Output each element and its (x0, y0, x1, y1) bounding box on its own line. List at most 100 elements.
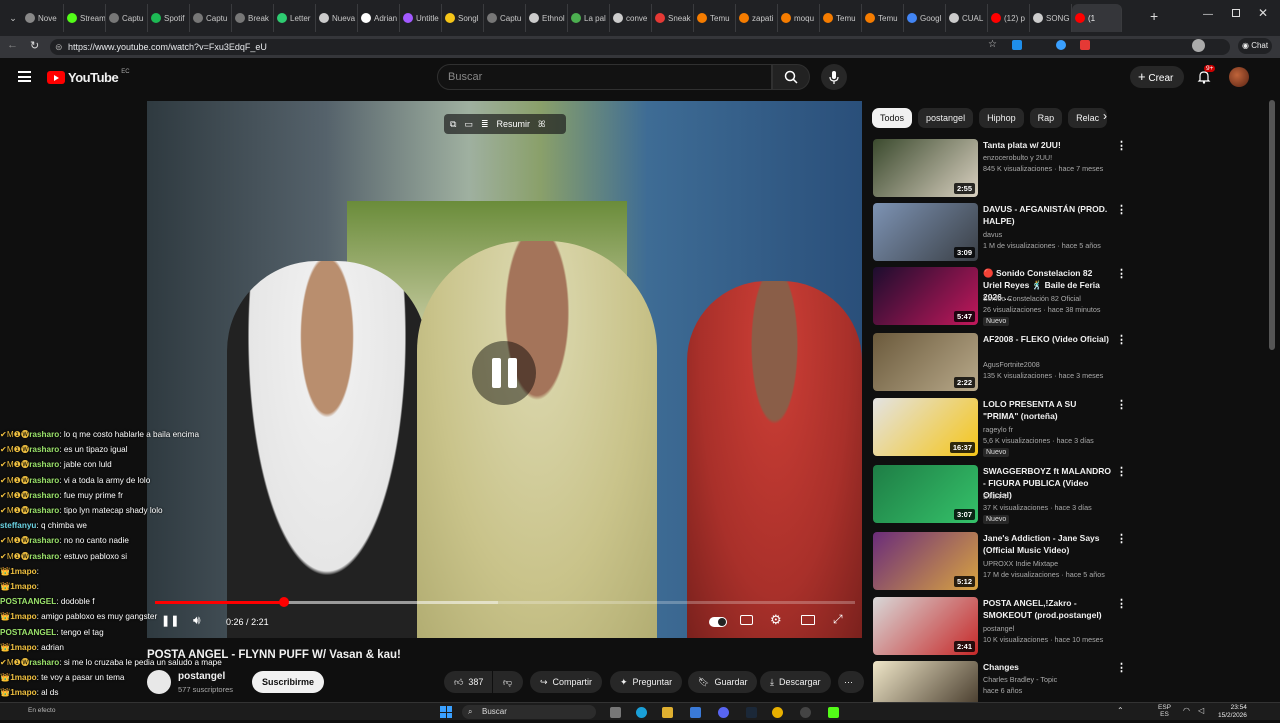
filter-chip[interactable]: Rap (1029, 108, 1063, 128)
store-icon[interactable] (690, 707, 701, 718)
filter-chip[interactable]: postangel (918, 108, 974, 128)
chrome-icon[interactable] (772, 707, 783, 718)
recommendation-card[interactable]: 2:41 POSTA ANGEL,!Zakro - SMOKEOUT (prod.… (873, 597, 1133, 659)
chat-username[interactable]: rasharo (29, 536, 59, 545)
video-thumbnail[interactable]: 3:07 (873, 465, 978, 523)
video-player[interactable]: ⧉ ▭ ≣ Resumir ꕤ ❚❚ 🔊︎ 0:26 / 2:21 ⚙ ⤢ (147, 101, 862, 638)
recommendation-title[interactable]: POSTA ANGEL,!Zakro - SMOKEOUT (prod.post… (983, 597, 1113, 621)
more-options-icon[interactable]: ⋮ (1116, 203, 1127, 216)
more-options-icon[interactable]: ⋮ (1116, 532, 1127, 545)
recommendation-card[interactable]: 2:55 Tanta plata w/ 2UU! enzocerobulto y 2… (873, 139, 1133, 201)
recommendation-card[interactable]: 3:09 DAVUS - AFGANISTÁN (PROD. HALPE) davu… (873, 203, 1133, 265)
more-options-icon[interactable]: ⋮ (1116, 465, 1127, 478)
account-avatar[interactable] (1229, 67, 1249, 87)
summarize-button[interactable]: Resumir (497, 119, 531, 129)
autoplay-toggle[interactable] (709, 617, 727, 627)
chat-username[interactable]: 1mapo (10, 643, 36, 652)
video-thumbnail[interactable]: 3:09 (873, 203, 978, 261)
close-window-icon[interactable]: ✕ (1258, 6, 1268, 20)
browser-tab[interactable]: (1 (1072, 4, 1122, 32)
chat-username[interactable]: rasharo (29, 476, 59, 485)
browser-tab[interactable]: Temu (862, 4, 904, 32)
browser-tab[interactable]: Songl (442, 4, 484, 32)
create-button[interactable]: + Crear (1130, 66, 1184, 88)
recommendation-title[interactable]: Jane's Addiction - Jane Says (Official M… (983, 532, 1113, 556)
browser-tab[interactable]: Nueva (316, 4, 358, 32)
browser-tab[interactable]: CUAL (946, 4, 988, 32)
browser-tab[interactable]: Stream (64, 4, 106, 32)
browser-tab[interactable]: Sneak (652, 4, 694, 32)
translate-icon[interactable]: ꕤ (538, 119, 546, 130)
chat-username[interactable]: 1mapo (10, 688, 36, 697)
more-options-icon[interactable]: ⋮ (1116, 661, 1127, 674)
chat-username[interactable]: 1mapo (10, 612, 36, 621)
tab-search-button[interactable]: ⌄ (4, 9, 22, 27)
chat-username[interactable]: 1mapo (10, 567, 36, 576)
summarize-icon[interactable]: ≣ (481, 119, 489, 130)
language-indicator[interactable]: ESP ES (1158, 704, 1171, 718)
maximize-window-icon[interactable] (1232, 9, 1240, 17)
extension-icon[interactable] (1080, 40, 1090, 50)
start-button[interactable] (440, 706, 452, 718)
download-button[interactable]: ⤓ Descargar (760, 671, 831, 693)
more-actions-button[interactable]: ⋯ (838, 671, 864, 693)
chat-username[interactable]: rasharo (29, 445, 59, 454)
browser-tab[interactable]: SONG (1030, 4, 1072, 32)
chat-username[interactable]: steffanyu (0, 521, 36, 530)
search-input[interactable]: Buscar (437, 64, 772, 90)
kick-icon[interactable] (828, 707, 839, 718)
captions-icon[interactable] (740, 615, 753, 625)
browser-tab[interactable]: Letter (274, 4, 316, 32)
obs-icon[interactable] (800, 707, 811, 718)
recommendation-card[interactable]: 16:37 LOLO PRESENTA A SU "PRIMA" (norteña… (873, 398, 1133, 460)
recommendation-title[interactable]: AF2008 - FLEKO (Video Oficial) (983, 333, 1113, 345)
video-thumbnail[interactable]: 2:41 (873, 597, 978, 655)
browser-tab[interactable]: Googl (904, 4, 946, 32)
speaker-icon[interactable]: ◁ (1198, 706, 1204, 715)
channel-avatar[interactable] (147, 670, 171, 694)
recommendation-channel[interactable]: davus (983, 229, 1123, 240)
new-tab-button[interactable]: + (1150, 8, 1158, 24)
browser-tab[interactable]: Captu (106, 4, 148, 32)
recommendation-card[interactable]: 5:12 Jane's Addiction - Jane Says (Offici… (873, 532, 1133, 594)
recommendation-channel[interactable]: Charles Bradley - Topic (983, 674, 1123, 685)
browser-tab[interactable]: Nove (22, 4, 64, 32)
browser-tab[interactable]: Untitle (400, 4, 442, 32)
browser-tab[interactable]: Ethnol (526, 4, 568, 32)
chat-username[interactable]: rasharo (29, 460, 59, 469)
save-button[interactable]: 🔖︎ Guardar (688, 671, 758, 693)
video-thumbnail[interactable]: 5:47 (873, 267, 978, 325)
browser-tab[interactable]: Temu (694, 4, 736, 32)
browser-tab[interactable]: (12) p (988, 4, 1030, 32)
more-options-icon[interactable]: ⋮ (1116, 333, 1127, 346)
recommendation-channel[interactable]: postangel (983, 623, 1123, 634)
reload-icon[interactable]: ↻ (30, 39, 39, 52)
chat-username[interactable]: rasharo (29, 658, 59, 667)
progress-scrubber[interactable] (278, 597, 289, 607)
filter-chip[interactable]: Hiphop (979, 108, 1024, 128)
chat-username[interactable]: rasharo (29, 552, 59, 561)
recommendation-title[interactable]: DAVUS - AFGANISTÁN (PROD. HALPE) (983, 203, 1113, 227)
fullscreen-icon[interactable]: ⤢ (833, 612, 843, 627)
browser-tab[interactable]: Captu (484, 4, 526, 32)
chat-username[interactable]: 1mapo (10, 582, 36, 591)
miniplayer-icon[interactable]: ⧉ (450, 119, 456, 130)
minimize-window-icon[interactable]: — (1203, 9, 1213, 20)
taskbar-search[interactable]: ⌕ Buscar (462, 705, 596, 719)
theater-mode-icon[interactable] (801, 615, 815, 625)
recommendation-card[interactable]: 2:22 AF2008 - FLEKO (Video Oficial) AgusFo… (873, 333, 1133, 395)
video-thumbnail[interactable]: 5:12 (873, 532, 978, 590)
browser-tab[interactable]: Spotif (148, 4, 190, 32)
extension-icon[interactable] (1012, 40, 1022, 50)
task-view-icon[interactable] (610, 707, 621, 718)
chat-username[interactable]: 1mapo (10, 673, 36, 682)
chat-username[interactable]: rasharo (29, 491, 59, 500)
more-options-icon[interactable]: ⋮ (1116, 267, 1127, 280)
chips-next-icon[interactable]: › (1103, 109, 1107, 123)
channel-name[interactable]: postangel (178, 671, 225, 682)
recommendation-channel[interactable]: Sonido Constelación 82 Oficial (983, 293, 1123, 304)
video-thumbnail[interactable]: 2:55 (873, 139, 978, 197)
recommendation-channel[interactable]: enzocerobulto y 2UU! (983, 152, 1123, 163)
voice-search-button[interactable] (821, 64, 847, 90)
wifi-icon[interactable]: ◠ (1183, 706, 1190, 715)
